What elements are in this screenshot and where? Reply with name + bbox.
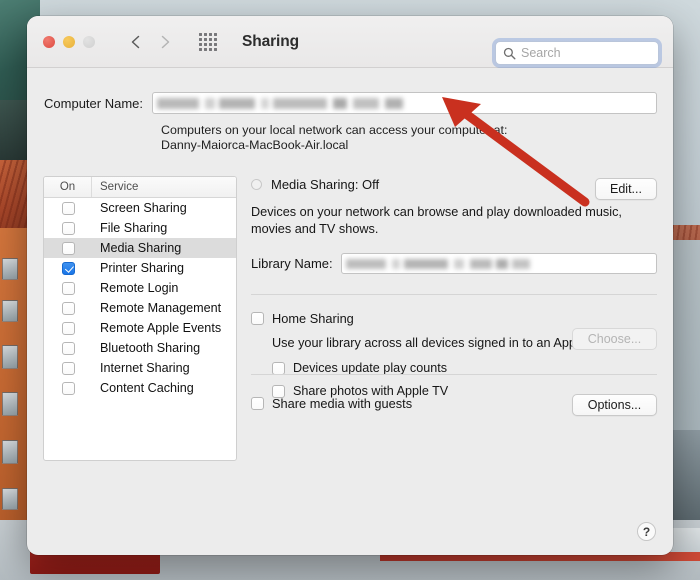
table-row[interactable]: Media Sharing <box>44 238 236 258</box>
services-table-body: Screen Sharing File Sharing Media Sharing P… <box>44 198 236 398</box>
service-checkbox[interactable] <box>61 201 75 215</box>
services-table[interactable]: On Service Screen Sharing File Sharing Med… <box>43 176 237 461</box>
table-row[interactable]: File Sharing <box>44 218 236 238</box>
service-checkbox[interactable] <box>61 241 75 255</box>
table-row[interactable]: Printer Sharing <box>44 258 236 278</box>
computer-name-hint-line2: Danny-Maiorca-MacBook-Air.local <box>161 138 349 152</box>
service-on-cell <box>44 361 92 375</box>
service-name-label: Remote Login <box>100 281 179 295</box>
home-sharing-row[interactable]: Home Sharing <box>251 311 657 326</box>
zoom-button[interactable] <box>83 35 95 48</box>
home-sharing-label: Home Sharing <box>272 311 354 326</box>
service-on-cell <box>44 321 92 335</box>
table-row[interactable]: Bluetooth Sharing <box>44 338 236 358</box>
wallpaper-window <box>2 345 18 369</box>
service-name-label: Screen Sharing <box>100 201 187 215</box>
home-sharing-checkbox[interactable] <box>251 312 264 325</box>
service-on-cell <box>44 201 92 215</box>
service-on-cell <box>44 261 92 275</box>
column-header-service: Service <box>100 181 139 193</box>
minimize-button[interactable] <box>63 35 75 48</box>
column-header-on: On <box>44 177 92 197</box>
traffic-lights <box>43 35 95 48</box>
sharing-preferences-window: Sharing Computer Name: <box>27 16 673 555</box>
redaction-blur <box>157 95 497 113</box>
service-checkbox[interactable] <box>61 301 75 315</box>
service-checkbox[interactable] <box>61 281 75 295</box>
service-on-cell <box>44 301 92 315</box>
table-row[interactable]: Remote Management <box>44 298 236 318</box>
wallpaper-window <box>2 440 18 464</box>
help-question-icon[interactable]: ? <box>637 522 656 541</box>
sharing-panes: On Service Screen Sharing File Sharing Med… <box>43 176 657 461</box>
service-checkbox[interactable] <box>61 361 75 375</box>
service-on-cell <box>44 281 92 295</box>
computer-name-hint: Computers on your local network can acce… <box>161 123 581 153</box>
service-on-cell <box>44 241 92 255</box>
table-row[interactable]: Content Caching <box>44 378 236 398</box>
computer-name-label: Computer Name: <box>44 95 143 111</box>
wallpaper-window <box>2 392 18 416</box>
page-title: Sharing <box>242 32 300 50</box>
service-name-label: Remote Management <box>100 301 222 315</box>
service-on-cell <box>44 221 92 235</box>
service-name-label: Printer Sharing <box>100 261 184 275</box>
search-field[interactable] <box>495 41 659 65</box>
computer-name-row: Computer Name: <box>43 92 657 114</box>
service-name-label: Internet Sharing <box>100 361 190 375</box>
library-name-row: Library Name: <box>251 253 657 274</box>
wallpaper-window <box>2 258 18 280</box>
table-row[interactable]: Remote Login <box>44 278 236 298</box>
table-row[interactable]: Screen Sharing <box>44 198 236 218</box>
devices-update-play-counts-label: Devices update play counts <box>293 361 448 375</box>
computer-name-hint-line1: Computers on your local network can acce… <box>161 123 508 137</box>
service-on-cell <box>44 341 92 355</box>
status-off-dot <box>251 179 262 190</box>
search-input[interactable] <box>521 46 651 60</box>
devices-update-play-counts-row[interactable]: Devices update play counts <box>272 361 657 375</box>
library-name-label: Library Name: <box>251 256 333 271</box>
media-sharing-status-row: Media Sharing: Off <box>251 177 657 192</box>
media-sharing-description: Devices on your network can browse and p… <box>251 205 622 236</box>
media-sharing-detail-pane: Media Sharing: Off Devices on your netwo… <box>251 176 657 461</box>
service-name-label: Media Sharing <box>100 241 182 255</box>
service-checkbox[interactable] <box>61 221 75 235</box>
show-all-grid-icon[interactable] <box>199 32 217 51</box>
detail-divider-1 <box>251 294 657 295</box>
redaction-blur <box>345 256 596 273</box>
computer-name-field[interactable] <box>152 92 657 114</box>
service-on-cell <box>44 381 92 395</box>
table-row[interactable]: Internet Sharing <box>44 358 236 378</box>
window-body: Computer Name: Computers on your local n… <box>27 68 673 555</box>
service-name-label: Remote Apple Events <box>100 321 222 335</box>
chevron-left-icon[interactable] <box>128 34 144 50</box>
share-media-with-guests-row[interactable]: Share media with guests <box>251 396 412 411</box>
service-checkbox[interactable] <box>61 261 75 275</box>
service-checkbox[interactable] <box>61 321 75 335</box>
choose-button[interactable]: Choose... <box>572 328 657 350</box>
service-name-label: File Sharing <box>100 221 168 235</box>
devices-update-play-counts-checkbox[interactable] <box>272 361 285 375</box>
wallpaper-window <box>2 300 18 322</box>
chevron-right-icon[interactable] <box>157 34 173 50</box>
detail-divider-2 <box>251 374 657 375</box>
options-button[interactable]: Options... <box>572 394 657 416</box>
share-media-with-guests-checkbox[interactable] <box>251 397 264 410</box>
service-name-label: Content Caching <box>100 381 194 395</box>
share-media-with-guests-label: Share media with guests <box>272 396 413 411</box>
navigation-buttons <box>128 34 173 50</box>
close-button[interactable] <box>43 35 55 48</box>
service-checkbox[interactable] <box>61 381 75 395</box>
desktop-background: Sharing Computer Name: <box>0 0 700 580</box>
table-row[interactable]: Remote Apple Events <box>44 318 236 338</box>
status-badge: Media Sharing: Off <box>271 177 380 192</box>
service-name-label: Bluetooth Sharing <box>100 341 201 355</box>
services-table-header: On Service <box>44 177 236 198</box>
service-checkbox[interactable] <box>61 341 75 355</box>
library-name-field[interactable] <box>340 253 657 274</box>
search-icon <box>503 47 516 60</box>
wallpaper-window <box>2 488 18 510</box>
window-titlebar: Sharing <box>27 16 673 68</box>
